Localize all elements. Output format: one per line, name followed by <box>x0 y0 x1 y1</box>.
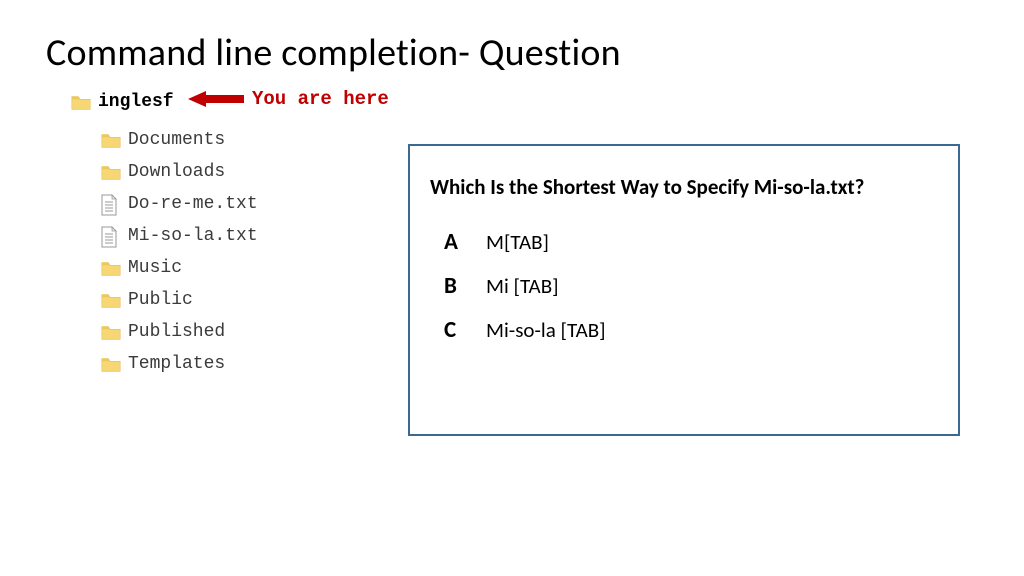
option-text: Mi [TAB] <box>486 273 559 299</box>
tree-item: Published <box>100 322 258 342</box>
tree-item-label: Downloads <box>128 162 225 182</box>
tree-item-label: Mi-so-la.txt <box>128 226 258 246</box>
option-row: CMi-so-la [TAB] <box>428 316 948 344</box>
option-text: Mi-so-la [TAB] <box>486 317 606 343</box>
tree-item: Mi-so-la.txt <box>100 226 258 246</box>
tree-item-label: Public <box>128 290 193 310</box>
tree-item: Documents <box>100 130 258 150</box>
you-are-here-callout: You are here <box>188 88 389 110</box>
folder-icon <box>100 290 122 310</box>
option-row: AM[TAB] <box>428 228 948 256</box>
option-letter: C <box>444 316 486 344</box>
you-are-here-label: You are here <box>252 88 389 110</box>
folder-icon <box>100 258 122 278</box>
tree-item-label: Music <box>128 258 182 278</box>
option-letter: B <box>444 272 486 300</box>
question-text: Which Is the Shortest Way to Specify Mi-… <box>428 174 948 200</box>
option-letter: A <box>444 228 486 256</box>
file-tree: inglesf Documents Downloads Do-re-me.txt… <box>70 92 258 386</box>
tree-item-label: Documents <box>128 130 225 150</box>
question-box: Which Is the Shortest Way to Specify Mi-… <box>408 144 960 436</box>
tree-item: Downloads <box>100 162 258 182</box>
file-icon <box>100 194 122 214</box>
tree-item-label: Do-re-me.txt <box>128 194 258 214</box>
folder-icon <box>100 162 122 182</box>
option-row: BMi [TAB] <box>428 272 948 300</box>
tree-item-label: Templates <box>128 354 225 374</box>
folder-icon <box>100 354 122 374</box>
arrow-left-icon <box>188 89 244 109</box>
folder-icon <box>100 322 122 342</box>
folder-icon <box>70 92 92 112</box>
slide-title: Command line completion- Question <box>46 30 621 76</box>
tree-item: Templates <box>100 354 258 374</box>
tree-item: Public <box>100 290 258 310</box>
tree-item: Do-re-me.txt <box>100 194 258 214</box>
file-icon <box>100 226 122 246</box>
tree-item-label: Published <box>128 322 225 342</box>
tree-item: Music <box>100 258 258 278</box>
folder-icon <box>100 130 122 150</box>
tree-root-label: inglesf <box>98 92 174 112</box>
option-text: M[TAB] <box>486 229 549 255</box>
